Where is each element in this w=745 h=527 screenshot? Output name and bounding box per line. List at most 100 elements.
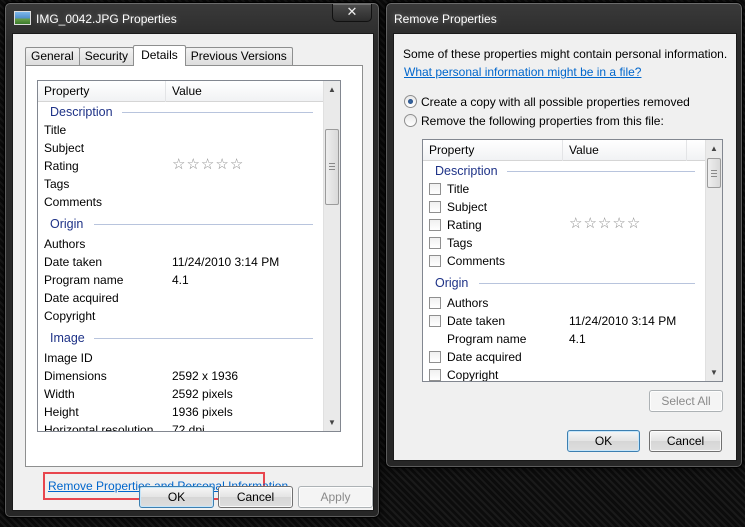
property-name: Tags (44, 177, 70, 191)
star-icon[interactable]: ☆ (172, 156, 185, 174)
property-name: Date acquired (447, 350, 522, 364)
table-row[interactable]: Rating ☆ ☆ ☆ ☆ ☆ (38, 156, 323, 175)
window-title: Remove Properties (394, 12, 497, 26)
star-icon[interactable]: ☆ (186, 156, 199, 174)
rating-stars[interactable]: ☆ ☆ ☆ ☆ ☆ (172, 156, 243, 174)
checkbox[interactable] (429, 369, 441, 381)
option-remove-properties[interactable]: Remove the following properties from thi… (404, 114, 664, 128)
remove-property-list[interactable]: Property Value Description Title Subject… (422, 139, 723, 382)
star-icon: ☆ (583, 215, 597, 232)
tab-details[interactable]: Details (133, 45, 186, 66)
column-header-property[interactable]: Property (38, 81, 166, 102)
table-row[interactable]: Comments (423, 252, 705, 270)
property-name: Program name (447, 332, 527, 346)
table-row[interactable]: Tags (38, 175, 323, 193)
column-header-property[interactable]: Property (423, 140, 563, 161)
group-image: Image (38, 329, 323, 347)
property-value: 2592 x 1936 (172, 369, 239, 383)
column-header-value[interactable]: Value (166, 81, 325, 102)
list-header: Property Value (38, 81, 325, 102)
property-name: Width (44, 387, 75, 401)
table-row[interactable]: Image ID (38, 349, 323, 367)
checkbox[interactable] (429, 183, 441, 195)
scroll-up-icon[interactable]: ▲ (706, 140, 722, 157)
table-row[interactable]: Title (423, 180, 705, 198)
table-row[interactable]: Dimensions 2592 x 1936 (38, 367, 323, 385)
group-label: Description (50, 105, 113, 119)
table-row[interactable]: Tags (423, 234, 705, 252)
scroll-down-icon[interactable]: ▼ (324, 414, 340, 431)
checkbox[interactable] (429, 297, 441, 309)
checkbox[interactable] (429, 201, 441, 213)
table-row[interactable]: Date acquired (38, 289, 323, 307)
star-icon[interactable]: ☆ (201, 156, 214, 174)
table-row[interactable]: Horizontal resolution 72 dpi (38, 421, 323, 432)
checkbox[interactable] (429, 351, 441, 363)
group-divider (94, 338, 313, 339)
table-row[interactable]: Program name 4.1 (38, 271, 323, 289)
property-value: 4.1 (569, 332, 586, 346)
tab-previous-versions[interactable]: Previous Versions (184, 47, 293, 66)
close-button[interactable]: ✕ (332, 4, 372, 22)
star-icon[interactable]: ☆ (215, 156, 228, 174)
checkbox[interactable] (429, 255, 441, 267)
property-name: Rating (447, 218, 482, 232)
scroll-down-icon[interactable]: ▼ (706, 364, 722, 381)
property-value: 72 dpi (172, 423, 205, 432)
ok-button[interactable]: OK (567, 430, 640, 452)
cancel-button[interactable]: Cancel (649, 430, 722, 452)
checkbox[interactable] (429, 219, 441, 231)
properties-titlebar[interactable]: IMG_0042.JPG Properties ✕ (5, 3, 379, 33)
table-row[interactable]: Authors (38, 235, 323, 253)
property-name: Subject (447, 200, 488, 214)
table-row[interactable]: Copyright (38, 307, 323, 325)
table-row[interactable]: Comments (38, 193, 323, 211)
group-divider (507, 171, 695, 172)
group-description: Description (423, 162, 705, 180)
table-row: Program name 4.1 (423, 330, 705, 348)
star-icon: ☆ (626, 215, 641, 232)
radio-button[interactable] (404, 95, 417, 108)
tab-security[interactable]: Security (78, 47, 135, 66)
vertical-scrollbar[interactable]: ▲ ▼ (705, 140, 722, 381)
remove-properties-client-area: Some of these properties might contain p… (393, 33, 737, 461)
scrollbar-thumb[interactable] (325, 129, 339, 205)
apply-button[interactable]: Apply (298, 486, 373, 508)
table-row[interactable]: Authors (423, 294, 705, 312)
option-create-copy[interactable]: Create a copy with all possible properti… (404, 95, 690, 109)
checkbox[interactable] (429, 237, 441, 249)
property-name: Copyright (44, 309, 96, 323)
property-name: Copyright (447, 368, 499, 382)
table-row[interactable]: Subject (38, 139, 323, 157)
table-row[interactable]: Date acquired (423, 348, 705, 366)
star-icon: ☆ (569, 215, 583, 232)
select-all-button[interactable]: Select All (649, 390, 723, 412)
tab-general[interactable]: General (25, 47, 80, 66)
table-row[interactable]: Copyright (423, 366, 705, 382)
remove-properties-titlebar[interactable]: Remove Properties (386, 3, 742, 33)
list-header: Property Value (423, 140, 705, 161)
table-row[interactable]: Subject (423, 198, 705, 216)
table-row[interactable]: Width 2592 pixels (38, 385, 323, 403)
table-row[interactable]: Date taken 11/24/2010 3:14 PM (38, 253, 323, 271)
column-header-value[interactable]: Value (563, 140, 687, 161)
group-label: Image (50, 331, 85, 345)
table-row[interactable]: Rating ☆ ☆ ☆ ☆ ☆ (423, 215, 705, 234)
cancel-button[interactable]: Cancel (218, 486, 293, 508)
table-row[interactable]: Height 1936 pixels (38, 403, 323, 421)
scrollbar-thumb[interactable] (707, 158, 721, 188)
property-name: Program name (44, 273, 124, 287)
table-row[interactable]: Title (38, 121, 323, 139)
properties-window: IMG_0042.JPG Properties ✕ General Securi… (4, 2, 380, 518)
radio-button[interactable] (404, 114, 417, 127)
property-name: Authors (447, 296, 489, 310)
checkbox[interactable] (429, 315, 441, 327)
table-row[interactable]: Date taken 11/24/2010 3:14 PM (423, 312, 705, 330)
property-name: Title (447, 182, 470, 196)
details-property-list[interactable]: Property Value Description Title Subject… (37, 80, 341, 432)
vertical-scrollbar[interactable]: ▲ ▼ (323, 81, 340, 431)
star-icon[interactable]: ☆ (230, 156, 243, 174)
ok-button[interactable]: OK (139, 486, 214, 508)
scroll-up-icon[interactable]: ▲ (324, 81, 340, 98)
personal-info-link[interactable]: What personal information might be in a … (404, 65, 641, 79)
